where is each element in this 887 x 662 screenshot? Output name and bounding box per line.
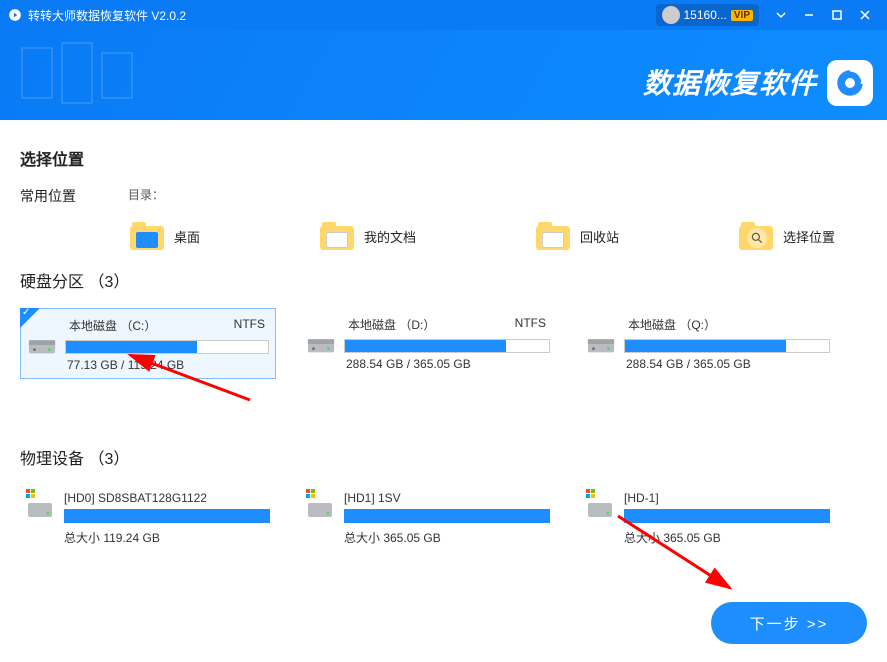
close-button[interactable] [851, 1, 879, 29]
folder-recycle-icon [536, 222, 570, 250]
location-label: 桌面 [174, 227, 200, 246]
section-location-title: 选择位置 [20, 146, 867, 170]
dir-label: 目录： [128, 186, 164, 203]
hdd-icon [586, 491, 614, 521]
physical-bar [624, 509, 830, 523]
banner-logo-icon [827, 60, 873, 106]
usage-bar [65, 340, 269, 354]
location-choose[interactable]: 选择位置 [739, 222, 835, 250]
partition-fs: NTFS [234, 317, 265, 334]
partition-size: 77.13 GB / 119.24 GB [65, 358, 269, 372]
folder-desktop-icon [130, 222, 164, 250]
partition-fs: NTFS [515, 316, 546, 333]
partition-card[interactable]: 本地磁盘 （D:） NTFS 288.54 GB / 365.05 GB [300, 308, 556, 379]
physical-name: [HD-1] [624, 491, 830, 505]
drive-icon [306, 329, 336, 357]
physical-bar [344, 509, 550, 523]
app-logo-icon [8, 8, 22, 22]
physical-name: [HD0] SD8SBAT128G1122 [64, 491, 270, 505]
physical-bar [64, 509, 270, 523]
banner-title: 数据恢复软件 [643, 62, 817, 102]
section-partitions-title: 硬盘分区 （3） [20, 268, 867, 292]
drive-icon [586, 329, 616, 357]
banner: 数据恢复软件 [0, 30, 887, 120]
usage-bar [624, 339, 830, 353]
vip-badge: VIP [731, 10, 753, 21]
user-id: 15160... [684, 8, 727, 22]
maximize-button[interactable] [823, 1, 851, 29]
hdd-icon [306, 491, 334, 521]
checkmark-icon [20, 308, 40, 328]
user-badge[interactable]: 15160... VIP [656, 4, 760, 26]
content: 选择位置 常用位置 目录： 桌面 我的文档 回收站 选择位置 硬盘分区 （3） … [0, 120, 887, 552]
partition-size: 288.54 GB / 365.05 GB [624, 357, 830, 371]
location-label: 我的文档 [364, 227, 416, 246]
app-title: 转转大师数据恢复软件 V2.0.2 [28, 7, 186, 24]
partition-name: 本地磁盘 （C:） [69, 317, 156, 334]
locations-row: 桌面 我的文档 回收站 选择位置 [130, 222, 867, 250]
drive-icon [27, 330, 57, 358]
banner-decoration [12, 38, 152, 112]
partitions-row: 本地磁盘 （C:） NTFS 77.13 GB / 119.24 GB 本地磁盘 （D… [20, 308, 867, 379]
physical-card[interactable]: [HD-1] 总大小 365.05 GB [580, 485, 836, 552]
partition-card[interactable]: 本地磁盘 （C:） NTFS 77.13 GB / 119.24 GB [20, 308, 276, 379]
next-button[interactable]: 下一步 >> [711, 602, 867, 644]
physical-card[interactable]: [HD0] SD8SBAT128G1122 总大小 119.24 GB [20, 485, 276, 552]
section-physical-title: 物理设备 （3） [20, 445, 867, 469]
physical-size: 总大小 365.05 GB [344, 529, 550, 546]
location-recycle[interactable]: 回收站 [536, 222, 619, 250]
dropdown-button[interactable] [767, 1, 795, 29]
avatar [662, 6, 680, 24]
titlebar: 转转大师数据恢复软件 V2.0.2 15160... VIP [0, 0, 887, 30]
partition-name: 本地磁盘 （Q:） [628, 316, 716, 333]
folder-choose-icon [739, 222, 773, 250]
common-locations-label: 常用位置 [20, 186, 80, 206]
hdd-icon [26, 491, 54, 521]
location-desktop[interactable]: 桌面 [130, 222, 200, 250]
folder-documents-icon [320, 222, 354, 250]
location-documents[interactable]: 我的文档 [320, 222, 416, 250]
usage-bar [344, 339, 550, 353]
partition-name: 本地磁盘 （D:） [348, 316, 435, 333]
physical-card[interactable]: [HD1] 1SV 总大小 365.05 GB [300, 485, 556, 552]
location-label: 选择位置 [783, 227, 835, 246]
physical-size: 总大小 119.24 GB [64, 529, 270, 546]
physical-size: 总大小 365.05 GB [624, 529, 830, 546]
minimize-button[interactable] [795, 1, 823, 29]
partition-size: 288.54 GB / 365.05 GB [344, 357, 550, 371]
partition-card[interactable]: 本地磁盘 （Q:） 288.54 GB / 365.05 GB [580, 308, 836, 379]
physical-name: [HD1] 1SV [344, 491, 550, 505]
physical-row: [HD0] SD8SBAT128G1122 总大小 119.24 GB [HD1] … [20, 485, 867, 552]
location-label: 回收站 [580, 227, 619, 246]
